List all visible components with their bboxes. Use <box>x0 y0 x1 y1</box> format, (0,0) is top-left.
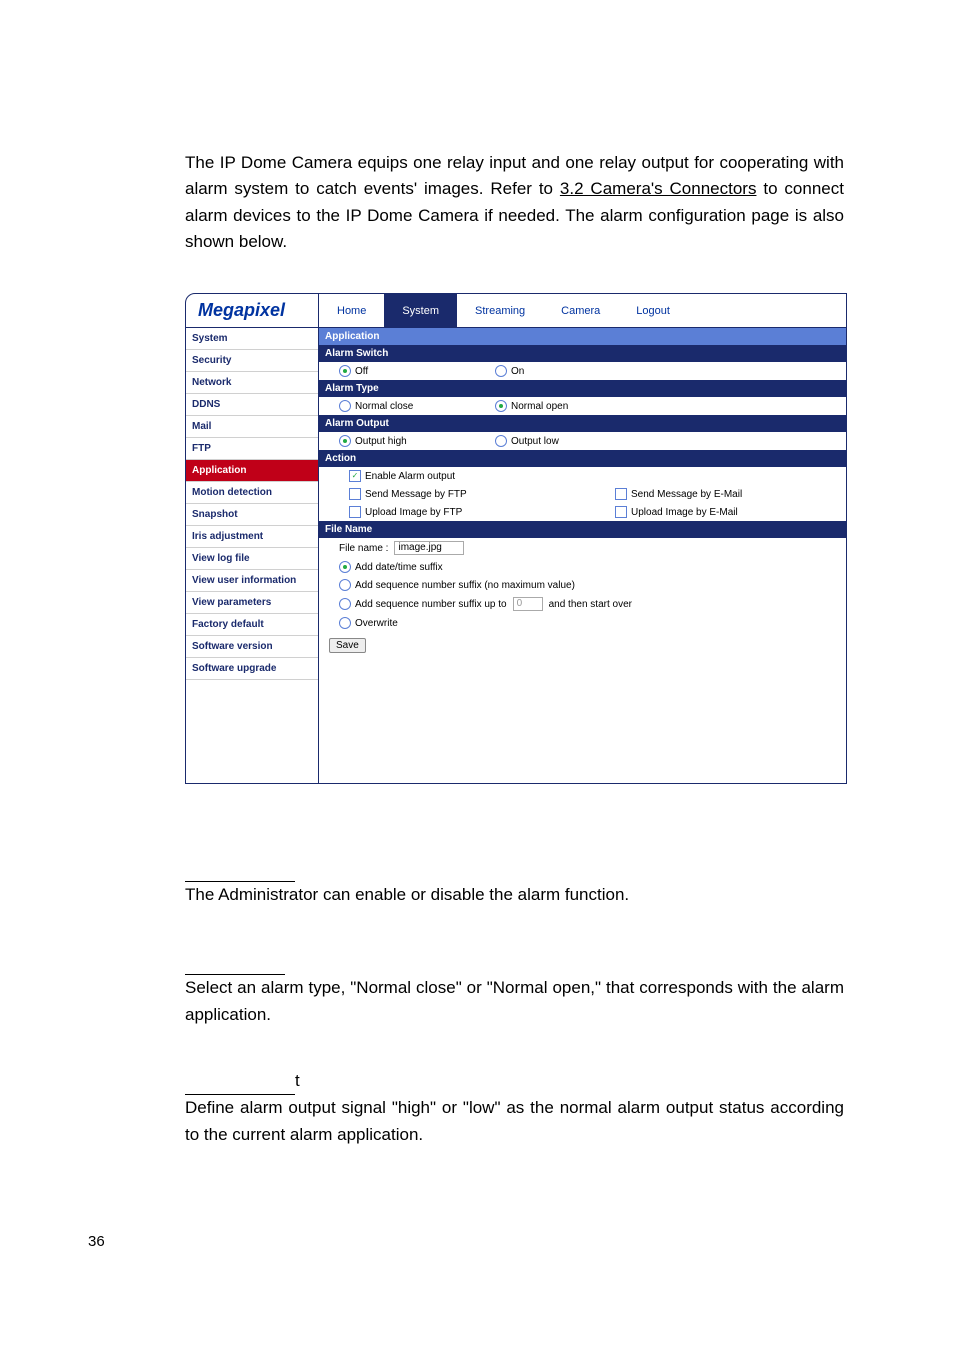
sidebar-item-ftp[interactable]: FTP <box>186 438 318 460</box>
alarm-switch-off[interactable]: Off <box>339 365 489 377</box>
sidebar-item-security[interactable]: Security <box>186 350 318 372</box>
page-number: 36 <box>88 1233 105 1250</box>
radio-icon <box>339 400 351 412</box>
file-name-label: File name : <box>339 543 388 554</box>
sidebar-item-snapshot[interactable]: Snapshot <box>186 504 318 526</box>
radio-icon <box>495 400 507 412</box>
heading-alarm-switch <box>185 854 295 881</box>
para-alarm-type: Select an alarm type, "Normal close" or … <box>185 975 844 1028</box>
chk-enable-alarm[interactable]: Enable Alarm output <box>349 470 609 482</box>
alarm-type-open[interactable]: Normal open <box>495 400 645 412</box>
sidebar-item-viewparams[interactable]: View parameters <box>186 592 318 614</box>
section-alarm-output: Alarm Output <box>319 415 846 432</box>
section-alarm-type: Alarm Type <box>319 380 846 397</box>
content-panel: Application Alarm Switch Off On Alarm Ty… <box>319 328 846 783</box>
chk-ftp-msg[interactable]: Send Message by FTP <box>349 488 609 500</box>
checkbox-icon <box>349 488 361 500</box>
file-name-input[interactable]: image.jpg <box>394 541 464 555</box>
radio-icon <box>495 365 507 377</box>
file-opt-seq-upto[interactable]: Add sequence number suffix up to <box>339 598 507 610</box>
checkbox-icon <box>615 488 627 500</box>
alarm-output-low[interactable]: Output low <box>495 435 645 447</box>
tab-home[interactable]: Home <box>319 294 384 327</box>
section-file-name: File Name <box>319 521 846 538</box>
radio-icon <box>339 598 351 610</box>
heading-alarm-type <box>185 948 285 975</box>
checkbox-icon <box>615 506 627 518</box>
radio-icon <box>495 435 507 447</box>
alarm-type-close[interactable]: Normal close <box>339 400 489 412</box>
sidebar-item-factory[interactable]: Factory default <box>186 614 318 636</box>
file-opt-overwrite[interactable]: Overwrite <box>339 617 489 629</box>
radio-icon <box>339 435 351 447</box>
radio-icon <box>339 617 351 629</box>
checkbox-icon <box>349 470 361 482</box>
chk-email-msg[interactable]: Send Message by E-Mail <box>615 488 765 500</box>
radio-icon <box>339 365 351 377</box>
save-button[interactable]: Save <box>329 638 366 653</box>
checkbox-icon <box>349 506 361 518</box>
sidebar-item-mail[interactable]: Mail <box>186 416 318 438</box>
radio-icon <box>339 561 351 573</box>
tab-camera[interactable]: Camera <box>543 294 618 327</box>
section-action: Action <box>319 450 846 467</box>
tab-logout[interactable]: Logout <box>618 294 688 327</box>
sidebar-item-network[interactable]: Network <box>186 372 318 394</box>
sidebar-item-iris[interactable]: Iris adjustment <box>186 526 318 548</box>
sidebar-item-swupgrade[interactable]: Software upgrade <box>186 658 318 680</box>
chk-email-img[interactable]: Upload Image by E-Mail <box>615 506 765 518</box>
sidebar-item-ddns[interactable]: DDNS <box>186 394 318 416</box>
intro-paragraph: The IP Dome Camera equips one relay inpu… <box>185 150 844 255</box>
chk-ftp-img[interactable]: Upload Image by FTP <box>349 506 609 518</box>
file-opt-seq[interactable]: Add sequence number suffix (no maximum v… <box>339 579 575 591</box>
sidebar-item-motion[interactable]: Motion detection <box>186 482 318 504</box>
radio-icon <box>339 579 351 591</box>
tab-streaming[interactable]: Streaming <box>457 294 543 327</box>
product-logo: Megapixel <box>186 294 319 328</box>
tab-system[interactable]: System <box>384 294 457 327</box>
alarm-switch-on[interactable]: On <box>495 365 645 377</box>
heading-alarm-output <box>185 1068 295 1095</box>
config-screenshot: Megapixel Home System Streaming Camera L… <box>185 293 847 784</box>
alarm-output-high[interactable]: Output high <box>339 435 489 447</box>
section-application: Application <box>319 328 846 345</box>
heading-tail-3: t <box>295 1068 300 1094</box>
file-opt-datetime[interactable]: Add date/time suffix <box>339 561 599 573</box>
para-alarm-output: Define alarm output signal "high" or "lo… <box>185 1095 844 1148</box>
sidebar-item-system[interactable]: System <box>186 328 318 350</box>
file-seq-upto-tail: and then start over <box>549 599 632 610</box>
sidebar-item-viewlog[interactable]: View log file <box>186 548 318 570</box>
file-seq-max-input[interactable]: 0 <box>513 597 543 611</box>
sidebar: System Security Network DDNS Mail FTP Ap… <box>186 328 319 783</box>
intro-link: 3.2 Camera's Connectors <box>560 179 757 198</box>
section-alarm-switch: Alarm Switch <box>319 345 846 362</box>
sidebar-item-application[interactable]: Application <box>186 460 318 482</box>
sidebar-item-swver[interactable]: Software version <box>186 636 318 658</box>
sidebar-item-viewuser[interactable]: View user information <box>186 570 318 592</box>
top-tabs: Home System Streaming Camera Logout <box>319 294 846 328</box>
para-alarm-switch: The Administrator can enable or disable … <box>185 882 844 908</box>
